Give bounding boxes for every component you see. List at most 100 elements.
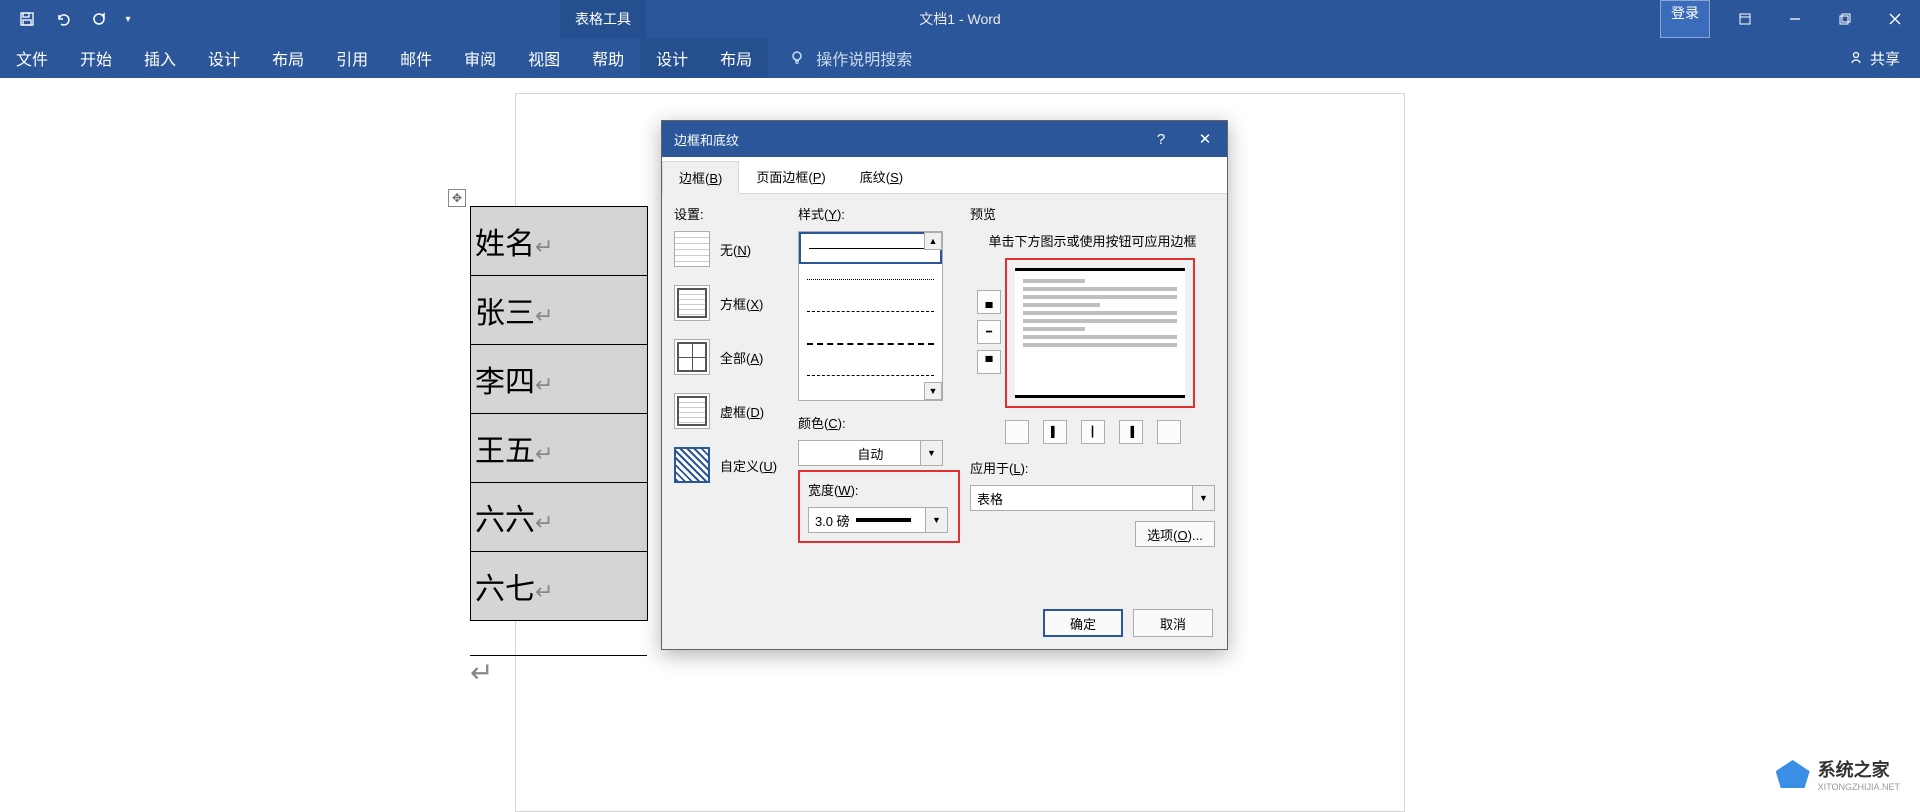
tab-file[interactable]: 文件 — [0, 38, 64, 78]
tab-design[interactable]: 设计 — [192, 38, 256, 78]
tab-borders[interactable]: 边框(B) — [662, 161, 739, 194]
custom-icon — [674, 447, 710, 483]
tell-me-search[interactable]: 操作说明搜索 — [788, 46, 912, 70]
style-column: 样式(Y): ▲ ▼ 颜色(C): 自动 ▼ 宽度(W): 3.0 磅 — [798, 204, 960, 604]
setting-none[interactable]: 无(N) — [674, 231, 798, 267]
chevron-down-icon: ▼ — [1192, 486, 1214, 510]
width-sample-icon — [856, 518, 911, 522]
dialog-titlebar[interactable]: 边框和底纹 ? ✕ — [662, 121, 1227, 157]
tell-me-placeholder: 操作说明搜索 — [816, 46, 912, 70]
borders-shading-dialog: 边框和底纹 ? ✕ 边框(B) 页面边框(P) 底纹(S) 设置: 无(N) 方… — [661, 120, 1228, 650]
border-top-button[interactable]: ▄ — [977, 290, 1001, 314]
style-label: 样式(Y): — [798, 204, 960, 223]
border-bottom-button[interactable]: ▀ — [977, 350, 1001, 374]
border-hmiddle-button[interactable]: ━ — [977, 320, 1001, 344]
ok-button[interactable]: 确定 — [1043, 609, 1123, 637]
cancel-button[interactable]: 取消 — [1133, 609, 1213, 637]
border-left-button[interactable]: ▌ — [1043, 420, 1067, 444]
save-button[interactable] — [10, 0, 44, 38]
preview-box-highlighted: ▄ ━ ▀ — [1005, 258, 1195, 408]
maximize-button[interactable] — [1820, 0, 1870, 38]
minimize-button[interactable] — [1770, 0, 1820, 38]
border-diag-up-button[interactable] — [1157, 420, 1181, 444]
preview-bottom-buttons: ▌ ┃ ▐ — [970, 420, 1215, 444]
setting-custom[interactable]: 自定义(U) — [674, 447, 798, 483]
table-row[interactable]: 六六↵ — [471, 483, 648, 552]
tab-references[interactable]: 引用 — [320, 38, 384, 78]
redo-button[interactable] — [82, 0, 116, 38]
preview-hint: 单击下方图示或使用按钮可应用边框 — [970, 231, 1215, 250]
all-icon — [674, 339, 710, 375]
dialog-body: 设置: 无(N) 方框(X) 全部(A) 虚框(D) 自定义(U) — [662, 194, 1227, 614]
preview-diagram[interactable] — [1015, 268, 1185, 398]
table-row[interactable]: 张三↵ — [471, 276, 648, 345]
table-row[interactable]: 六七↵ — [471, 552, 648, 621]
preview-label: 预览 — [970, 204, 1215, 223]
scroll-up-icon[interactable]: ▲ — [924, 232, 942, 250]
watermark-brand: 系统之家 — [1818, 760, 1890, 780]
color-dropdown[interactable]: 自动 ▼ — [798, 440, 943, 466]
tab-insert[interactable]: 插入 — [128, 38, 192, 78]
lightbulb-icon — [788, 49, 806, 67]
close-button[interactable] — [1870, 0, 1920, 38]
setting-box[interactable]: 方框(X) — [674, 285, 798, 321]
table-row[interactable]: 姓名↵ — [471, 207, 648, 276]
tab-shading[interactable]: 底纹(S) — [843, 160, 920, 193]
tab-mailings[interactable]: 邮件 — [384, 38, 448, 78]
setting-all[interactable]: 全部(A) — [674, 339, 798, 375]
settings-column: 设置: 无(N) 方框(X) 全部(A) 虚框(D) 自定义(U) — [674, 204, 798, 604]
tab-layout[interactable]: 布局 — [256, 38, 320, 78]
table-row[interactable]: 李四↵ — [471, 345, 648, 414]
tab-page-borders[interactable]: 页面边框(P) — [739, 160, 842, 193]
width-dropdown[interactable]: 3.0 磅 ▼ — [808, 507, 948, 533]
undo-button[interactable] — [46, 0, 80, 38]
window-controls: 登录 — [1660, 0, 1920, 38]
style-option-dotted[interactable] — [799, 264, 942, 296]
watermark-icon — [1776, 760, 1810, 788]
none-icon — [674, 231, 710, 267]
tab-view[interactable]: 视图 — [512, 38, 576, 78]
dialog-help-button[interactable]: ? — [1139, 121, 1183, 157]
width-value: 3.0 磅 — [815, 511, 850, 530]
ribbon-options-icon[interactable] — [1720, 0, 1770, 38]
apply-to-value: 表格 — [977, 489, 1003, 508]
watermark-url: XITONGZHIJIA.NET — [1818, 782, 1900, 792]
border-diag-down-button[interactable] — [1005, 420, 1029, 444]
width-label: 宽度(W): — [808, 480, 950, 499]
dialog-tabs: 边框(B) 页面边框(P) 底纹(S) — [662, 157, 1227, 194]
share-label: 共享 — [1870, 48, 1900, 69]
login-button[interactable]: 登录 — [1660, 0, 1710, 38]
table-row[interactable]: 王五↵ — [471, 414, 648, 483]
preview-column: 预览 单击下方图示或使用按钮可应用边框 ▄ ━ ▀ ▌ ┃ ▐ — [960, 204, 1215, 604]
options-button[interactable]: 选项(O)... — [1135, 521, 1215, 547]
dialog-close-button[interactable]: ✕ — [1183, 121, 1227, 157]
tab-table-design[interactable]: 设计 — [640, 38, 704, 78]
color-label: 颜色(C): — [798, 413, 960, 432]
box-icon — [674, 285, 710, 321]
style-listbox[interactable]: ▲ ▼ — [798, 231, 943, 401]
style-option-dashdot[interactable] — [799, 360, 942, 392]
tab-home[interactable]: 开始 — [64, 38, 128, 78]
dialog-footer: 确定 取消 — [1043, 609, 1213, 637]
setting-grid[interactable]: 虚框(D) — [674, 393, 798, 429]
tab-help[interactable]: 帮助 — [576, 38, 640, 78]
table-move-handle[interactable]: ✥ — [448, 189, 466, 207]
contextual-tools-label: 表格工具 — [560, 0, 646, 38]
border-right-button[interactable]: ▐ — [1119, 420, 1143, 444]
chevron-down-icon: ▼ — [920, 441, 942, 465]
paragraph-mark: ↵ — [470, 655, 647, 689]
document-table[interactable]: 姓名↵ 张三↵ 李四↵ 王五↵ 六六↵ 六七↵ — [470, 206, 648, 621]
tab-table-layout[interactable]: 布局 — [704, 38, 768, 78]
border-vmiddle-button[interactable]: ┃ — [1081, 420, 1105, 444]
width-section-highlighted: 宽度(W): 3.0 磅 ▼ — [798, 470, 960, 543]
qat-customize[interactable]: ▾ — [118, 0, 138, 38]
quick-access-toolbar: ▾ — [0, 0, 138, 38]
style-option-dashed-small[interactable] — [799, 296, 942, 328]
scroll-down-icon[interactable]: ▼ — [924, 382, 942, 400]
document-title: 文档1 - Word — [919, 9, 1000, 29]
apply-to-dropdown[interactable]: 表格 ▼ — [970, 485, 1215, 511]
style-option-dashed[interactable] — [799, 328, 942, 360]
share-button[interactable]: 共享 — [1848, 48, 1900, 69]
style-option-solid[interactable] — [799, 232, 942, 264]
tab-review[interactable]: 审阅 — [448, 38, 512, 78]
